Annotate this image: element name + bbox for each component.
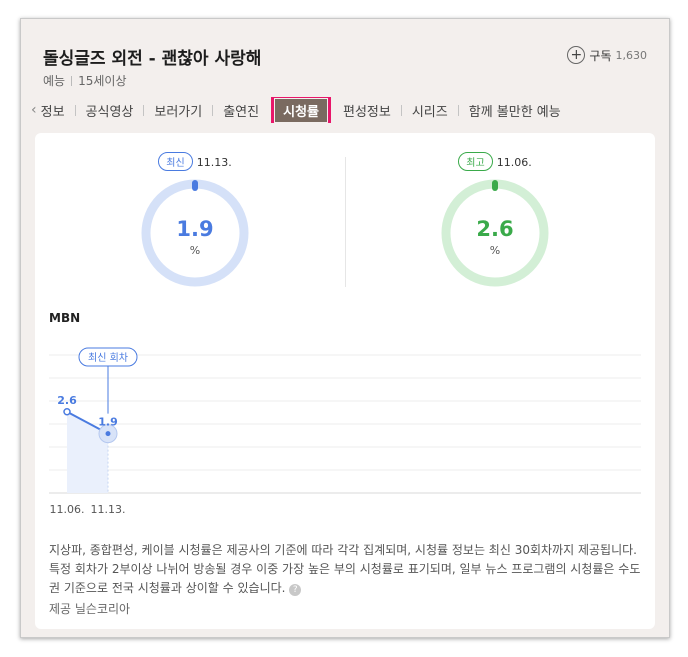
subscribe-label: 구독 bbox=[589, 48, 612, 63]
tab-ratings[interactable]: 시청률 bbox=[271, 97, 331, 123]
tab-cast[interactable]: 출연진 bbox=[213, 101, 269, 120]
tab-series[interactable]: 시리즈 bbox=[402, 101, 458, 120]
data-point bbox=[105, 431, 111, 437]
tab-info[interactable]: 정보 bbox=[41, 101, 75, 120]
latest-rating-unit: % bbox=[189, 244, 201, 257]
meta-divider bbox=[71, 76, 73, 86]
tab-schedule[interactable]: 편성정보 bbox=[333, 101, 401, 120]
tab-bar: ‹ 정보 공식영상 보러가기 출연진 시청률 편성정보 시리즈 함께 볼만한 예… bbox=[31, 97, 659, 123]
ratings-card: 최신 11.13. 1.9 % 최고 11.06. 2.6 % MBN 2.6 1.9… bbox=[35, 133, 655, 629]
ratings-notice: 지상파, 종합편성, 케이블 시청률은 제공사의 기준에 따라 각각 집계되며,… bbox=[49, 541, 644, 598]
best-rating-unit: % bbox=[489, 244, 501, 257]
best-rating-gauge: 최고 11.06. 2.6 % bbox=[435, 149, 555, 299]
data-label: 2.6 bbox=[57, 394, 77, 407]
latest-annotation-text: 최신 회차 bbox=[88, 352, 128, 364]
best-badge: 최고 bbox=[458, 152, 493, 171]
help-icon[interactable]: ? bbox=[289, 584, 302, 596]
tab-watch[interactable]: 보러가기 bbox=[144, 101, 212, 120]
data-label: 1.9 bbox=[98, 416, 118, 429]
rating-trend-chart: 2.6 1.9 최신 회차 11.06. 11.13. bbox=[49, 347, 641, 513]
age-rating-text: 15세이상 bbox=[78, 74, 127, 88]
tab-official-video[interactable]: 공식영상 bbox=[76, 101, 144, 120]
subscribe-count: 1,630 bbox=[615, 48, 648, 62]
latest-rating-value: 1.9 bbox=[176, 217, 214, 241]
best-rating-value: 2.6 bbox=[476, 217, 514, 241]
x-tick-label: 11.06. bbox=[50, 503, 85, 513]
latest-rating-gauge: 최신 11.13. 1.9 % bbox=[135, 149, 255, 299]
rating-panel: 돌싱글즈 외전 - 괜찮아 사랑해 예능 15세이상 + 구독 1,630 ‹ 정… bbox=[20, 18, 670, 638]
chevron-left-icon[interactable]: ‹ bbox=[31, 102, 37, 118]
data-provider: 제공 닐슨코리아 bbox=[49, 602, 131, 616]
tab-recommended[interactable]: 함께 볼만한 예능 bbox=[459, 101, 571, 120]
best-date: 11.06. bbox=[496, 156, 532, 169]
latest-date: 11.13. bbox=[196, 156, 232, 169]
program-title[interactable]: 돌싱글즈 외전 - 괜찮아 사랑해 bbox=[43, 44, 261, 69]
notice-text: 지상파, 종합편성, 케이블 시청률은 제공사의 기준에 따라 각각 집계되며,… bbox=[49, 543, 641, 595]
latest-badge: 최신 bbox=[158, 152, 193, 171]
data-point bbox=[63, 408, 71, 416]
gauge-divider bbox=[345, 157, 346, 287]
subscribe-button[interactable]: + 구독 1,630 bbox=[567, 46, 647, 64]
plus-icon: + bbox=[567, 46, 586, 64]
channel-name: MBN bbox=[49, 311, 81, 325]
x-tick-label: 11.13. bbox=[91, 503, 126, 513]
genre-text: 예능 bbox=[43, 74, 66, 88]
program-meta: 예능 15세이상 bbox=[43, 72, 126, 89]
